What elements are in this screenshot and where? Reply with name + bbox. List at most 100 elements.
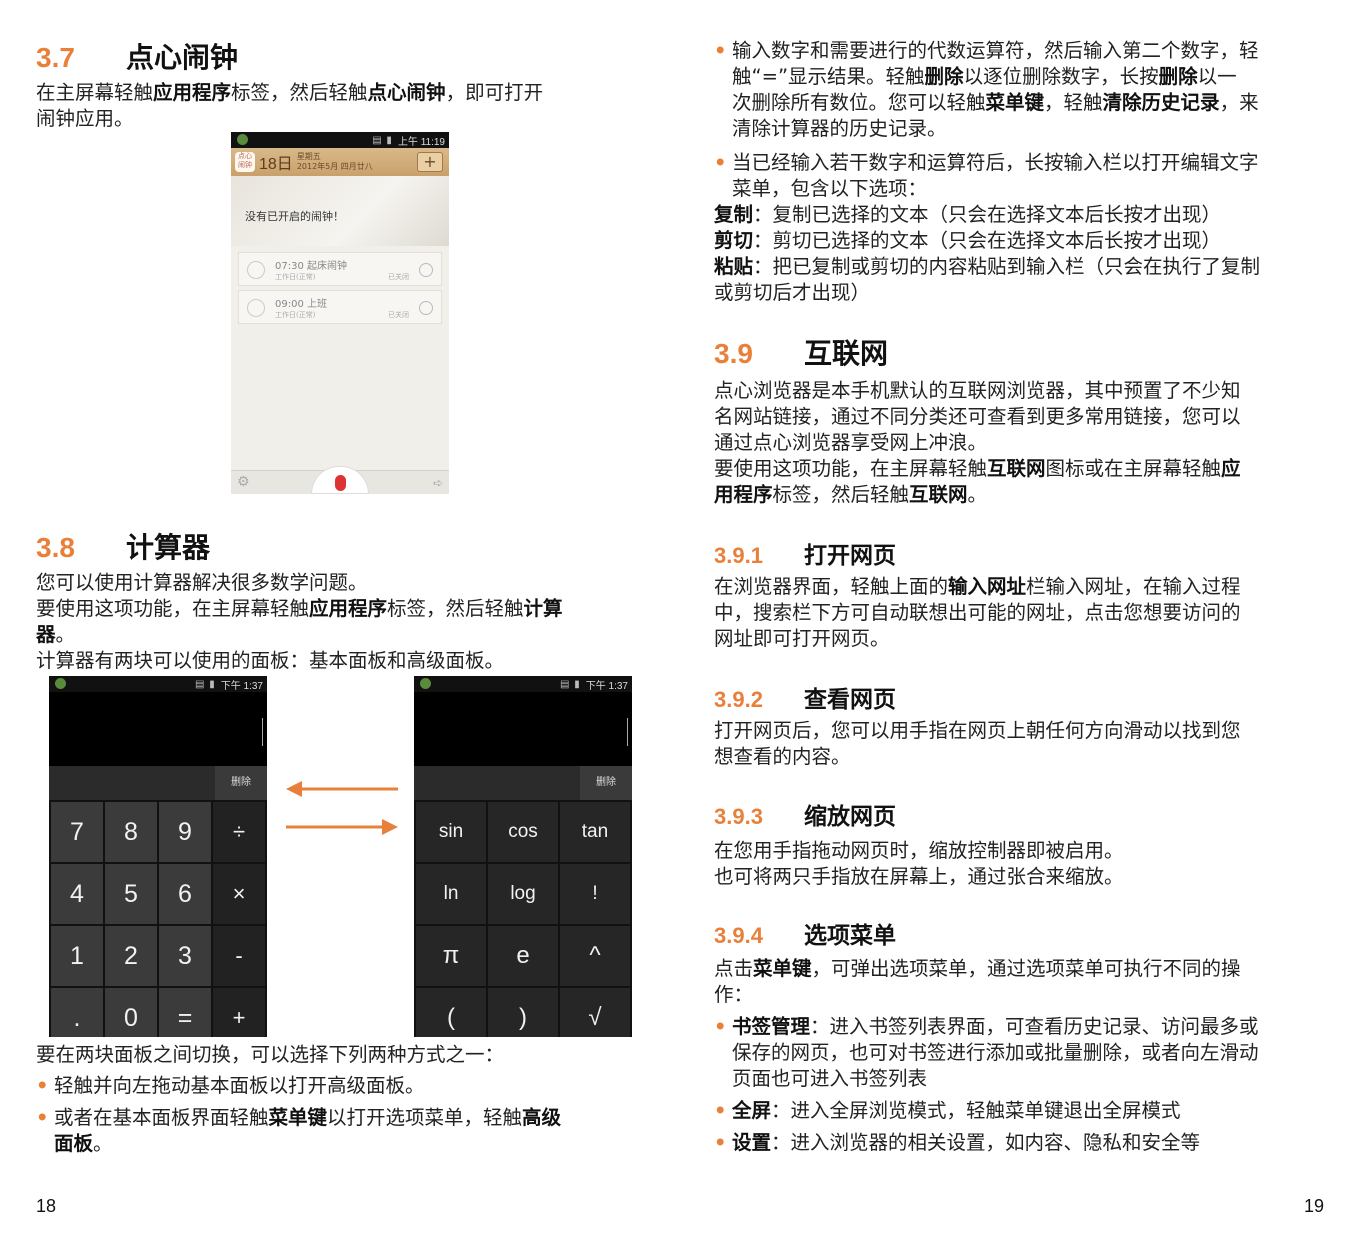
key-button[interactable]: 2: [105, 926, 157, 986]
paragraph-3-8: 您可以使用计算器解决很多数学问题。 要使用这项功能，在主屏幕轻触应用程序标签，然…: [36, 571, 563, 672]
section-title: 打开网页: [804, 543, 896, 569]
bullet-item: • 书签管理：进入书签列表界面，可查看历史记录、访问最多或 保存的网页，也可对书…: [714, 1015, 1259, 1090]
key-button[interactable]: 9: [159, 802, 211, 862]
paragraph-3-9-1: 在浏览器界面，轻触上面的输入网址栏输入网址，在输入过程 中，搜索栏下方可自动联想…: [714, 575, 1241, 650]
key-button[interactable]: 6: [159, 864, 211, 924]
key-button[interactable]: tan: [560, 802, 630, 862]
mic-icon: [335, 475, 346, 491]
text-cursor: [627, 718, 628, 746]
gear-icon[interactable]: ⚙: [237, 474, 250, 490]
signal-battery-icon: ▤ ▮: [560, 678, 581, 690]
alarm-day: 18日: [259, 156, 293, 173]
advanced-keypad: sin cos tan ln log! π e ^ () √: [414, 800, 632, 1037]
key-button[interactable]: sin: [416, 802, 486, 862]
share-icon[interactable]: ➪: [433, 476, 443, 490]
calculator-advanced-panel: ▤ ▮ 下午 1:37 删除 sin cos tan ln log! π e ^ () √: [414, 676, 632, 1037]
paragraph-3-7: 在主屏幕轻触应用程序标签，然后轻触点心闹钟，即可打开 闹钟应用。: [36, 81, 544, 130]
key-button[interactable]: 3: [159, 926, 211, 986]
key-button[interactable]: .: [51, 988, 103, 1037]
key-button[interactable]: (: [416, 988, 486, 1037]
key-button[interactable]: 1: [51, 926, 103, 986]
key-button[interactable]: ×: [213, 864, 265, 924]
alarm-item[interactable]: 07:30 起床闹钟 工作日(正常) 已关闭: [238, 252, 442, 286]
edit-menu-options: 复制：复制已选择的文本（只会在选择文本后长按才出现） 剪切：剪切已选择的文本（只…: [714, 203, 1261, 304]
left-page: 3.7 点心闹钟 在主屏幕轻触应用程序标签，然后轻触点心闹钟，即可打开 闹钟应用…: [0, 0, 680, 1247]
calculator-display[interactable]: [414, 692, 632, 766]
alarm-toggle[interactable]: [419, 263, 433, 277]
key-button[interactable]: 8: [105, 802, 157, 862]
alarm-toggle[interactable]: [419, 301, 433, 315]
key-button[interactable]: -: [213, 926, 265, 986]
section-number: 3.7: [36, 42, 75, 73]
section-number: 3.9.3: [714, 804, 763, 829]
key-button[interactable]: 4: [51, 864, 103, 924]
paragraph-3-9-4: 点击菜单键，可弹出选项菜单，通过选项菜单可执行不同的操 作：: [714, 957, 1241, 1006]
key-button[interactable]: log: [488, 864, 558, 924]
paragraph-3-9: 点心浏览器是本手机默认的互联网浏览器，其中预置了不少知 名网站链接，通过不同分类…: [714, 379, 1241, 506]
section-title: 互联网: [804, 337, 889, 370]
right-page: • 输入数字和需要进行的代数运算符，然后输入第二个数字，轻 触“=”显示结果。轻…: [680, 0, 1361, 1247]
section-heading-3-9-2: 3.9.2 查看网页: [714, 680, 896, 714]
page-number: 19: [1304, 1196, 1325, 1216]
key-button[interactable]: π: [416, 926, 486, 986]
paragraph-switch: 要在两块面板之间切换，可以选择下列两种方式之一：: [36, 1043, 505, 1066]
section-number: 3.9.2: [714, 687, 763, 712]
alarm-date: 2012年5月 四月廿八: [296, 162, 373, 171]
alarm-hero: 没有已开启的闹钟！: [231, 176, 449, 246]
basic-keypad: 7 8 9 ÷ 4 5 6 × 1 2 3-. 0 = +: [49, 800, 267, 1037]
no-alarm-message: 没有已开启的闹钟！: [245, 210, 344, 223]
section-heading-3-9-3: 3.9.3 缩放网页: [714, 797, 896, 831]
paragraph-3-9-2: 打开网页后，您可以用手指在网页上朝任何方向滑动以找到您 想查看的内容。: [714, 719, 1241, 768]
key-button[interactable]: ÷: [213, 802, 265, 862]
add-alarm-button[interactable]: +: [417, 152, 443, 172]
key-button[interactable]: 7: [51, 802, 103, 862]
signal-battery-icon: ▤ ▮: [195, 678, 216, 690]
key-button[interactable]: cos: [488, 802, 558, 862]
status-bar: ▤ ▮ 上午 11:19: [231, 132, 449, 148]
bullet-item: • 设置：进入浏览器的相关设置，如内容、隐私和安全等: [714, 1131, 1201, 1154]
key-button[interactable]: 5: [105, 864, 157, 924]
key-button[interactable]: e: [488, 926, 558, 986]
text-cursor: [262, 718, 263, 746]
delete-button[interactable]: 删除: [215, 766, 267, 800]
key-button[interactable]: ): [488, 988, 558, 1037]
status-bar: ▤ ▮ 下午 1:37: [414, 676, 632, 692]
page-number: 18: [36, 1196, 57, 1216]
section-title: 查看网页: [804, 687, 896, 713]
section-title: 点心闹钟: [126, 41, 239, 74]
android-icon: [420, 678, 431, 689]
section-heading-3-9-4: 3.9.4 选项菜单: [714, 916, 896, 950]
section-heading-3-7: 3.7 点心闹钟: [36, 36, 238, 76]
section-title: 选项菜单: [804, 923, 896, 949]
key-button[interactable]: ^: [560, 926, 630, 986]
section-number: 3.8: [36, 532, 75, 563]
key-button[interactable]: +: [213, 988, 265, 1037]
section-number: 3.9: [714, 338, 753, 369]
calculator-basic-panel: ▤ ▮ 下午 1:37 删除 7 8 9 ÷ 4 5 6 × 1 2 3-. 0 = +: [49, 676, 267, 1037]
section-title: 计算器: [126, 531, 211, 564]
paragraph-3-9-3: 在您用手指拖动网页时，缩放控制器即被启用。 也可将两只手指放在屏幕上，通过张合来…: [714, 839, 1124, 888]
android-icon: [237, 134, 248, 145]
signal-battery-icon: ▤ ▮: [372, 134, 393, 146]
section-heading-3-8: 3.8 计算器: [36, 526, 210, 566]
alarm-header: 点心闹钟 18日 星期五 2012年5月 四月廿八 +: [231, 148, 449, 176]
key-button[interactable]: √: [560, 988, 630, 1037]
bullet-item: • 轻触并向左拖动基本面板以打开高级面板。: [36, 1074, 425, 1097]
key-button[interactable]: 0: [105, 988, 157, 1037]
key-button[interactable]: !: [560, 864, 630, 924]
section-number: 3.9.1: [714, 543, 763, 568]
android-icon: [55, 678, 66, 689]
key-button[interactable]: ln: [416, 864, 486, 924]
key-button[interactable]: =: [159, 988, 211, 1037]
clock-icon: [247, 261, 265, 279]
alarm-app-screenshot: ▤ ▮ 上午 11:19 点心闹钟 18日 星期五 2012年5月 四月廿八 +…: [231, 132, 449, 494]
clock-icon: [247, 299, 265, 317]
delete-button[interactable]: 删除: [580, 766, 632, 800]
status-bar: ▤ ▮ 下午 1:37: [49, 676, 267, 692]
bullet-item: • 全屏：进入全屏浏览模式，轻触菜单键退出全屏模式: [714, 1099, 1181, 1122]
calculator-display[interactable]: [49, 692, 267, 766]
alarm-app-icon: 点心闹钟: [235, 152, 255, 172]
alarm-item[interactable]: 09:00 上班 工作日(正常) 已关闭: [238, 290, 442, 324]
section-number: 3.9.4: [714, 923, 763, 948]
section-heading-3-9: 3.9 互联网: [714, 332, 888, 372]
